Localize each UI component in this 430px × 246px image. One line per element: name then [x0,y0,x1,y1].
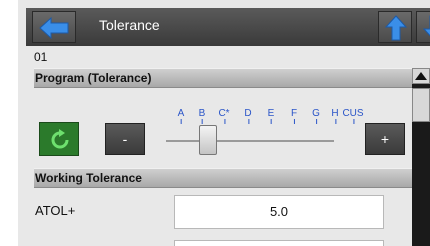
atol-value-field[interactable]: 5.0 [174,195,384,229]
up-arrow-icon [385,15,407,41]
scrollbar-thumb[interactable] [412,88,430,122]
page-title: Tolerance [99,17,160,33]
next-value-field[interactable] [174,240,384,246]
scrollbar[interactable] [412,68,430,246]
atol-label: ATOL+ [35,203,76,218]
tick-label: F [290,108,298,124]
tick-label: G [312,108,320,124]
scroll-up-button[interactable] [378,11,412,43]
tolerance-scale: A B C* D E F G H CUS [160,108,364,124]
title-bar: Tolerance [26,8,430,46]
tick-label: C* [218,108,230,124]
back-button[interactable] [32,11,76,43]
slider-handle[interactable] [199,125,217,155]
refresh-icon [51,129,69,149]
program-section-header: Program (Tolerance) [34,68,430,88]
increase-button[interactable]: + [365,123,405,155]
tick-label: H [331,108,339,124]
down-arrow-icon [423,15,430,37]
chevron-up-icon [415,72,427,80]
tolerance-screen: Tolerance 01 Program (Tolerance) - A B C… [18,0,430,246]
scroll-down-button[interactable] [416,11,430,43]
tick-label: A [177,108,185,124]
decrease-button[interactable]: - [105,123,145,155]
record-id: 01 [34,50,48,64]
slider-track[interactable] [166,140,334,142]
scrollbar-up-arrow[interactable] [412,68,430,84]
tick-label: D [244,108,252,124]
tick-label: E [267,108,275,124]
back-arrow-icon [39,16,69,40]
tick-label: B [198,108,206,124]
reset-button[interactable] [39,122,79,156]
working-tolerance-header: Working Tolerance [34,168,430,188]
tick-label: CUS [342,108,364,124]
